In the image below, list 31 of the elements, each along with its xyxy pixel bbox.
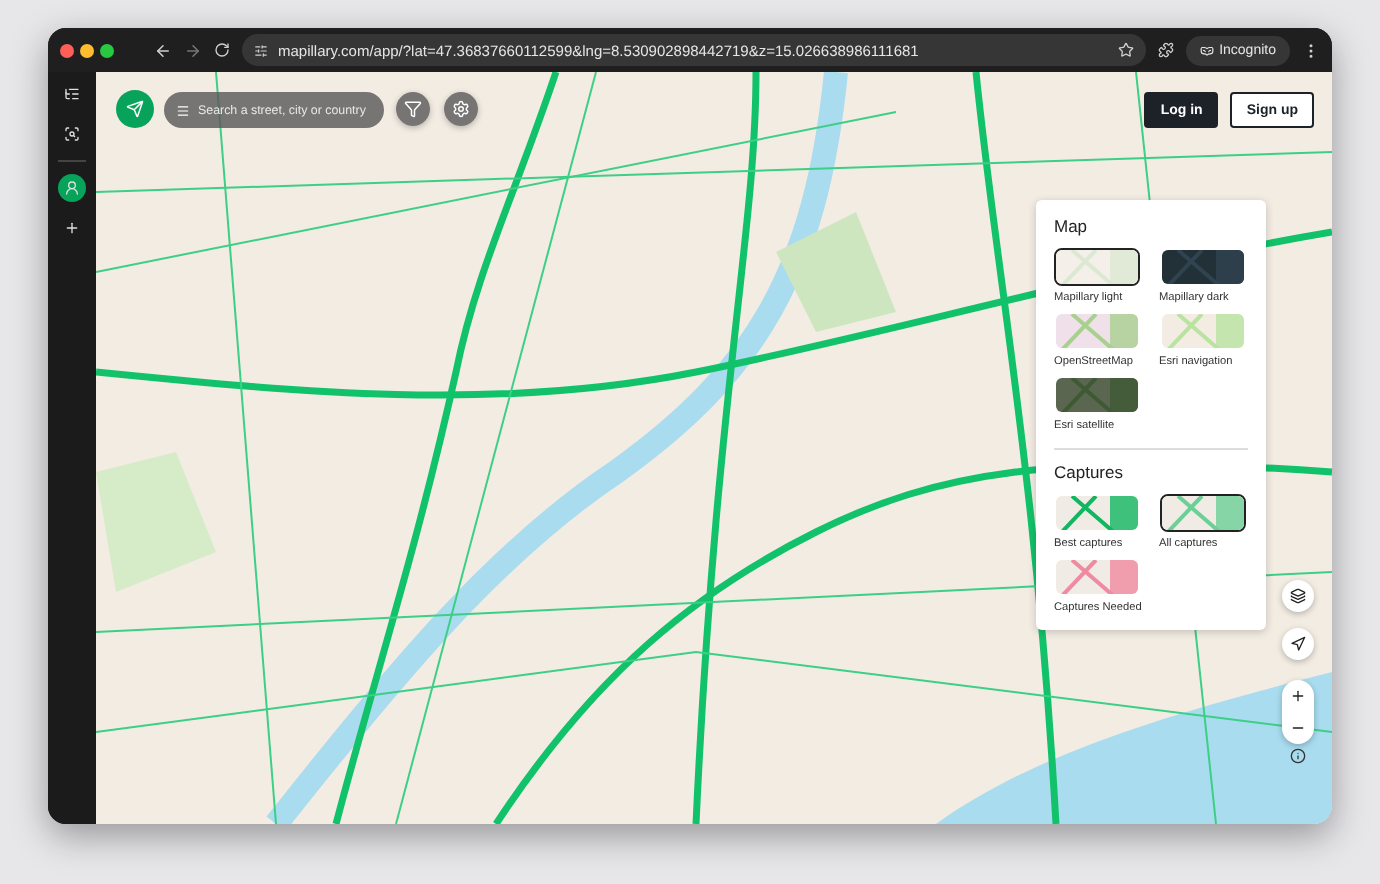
layer-thumbnail[interactable] xyxy=(1054,558,1140,596)
filter-icon xyxy=(404,100,422,118)
profile-icon xyxy=(64,180,80,196)
back-icon[interactable] xyxy=(154,41,172,59)
bookmark-star-icon[interactable] xyxy=(1117,42,1134,58)
zoom-in-icon[interactable] xyxy=(1290,688,1306,704)
site-settings-icon[interactable] xyxy=(254,43,268,57)
layer-thumbnail[interactable] xyxy=(1159,312,1245,350)
search-icon xyxy=(64,126,80,142)
layer-thumbnail[interactable] xyxy=(1054,312,1140,350)
sidebar-profile-button[interactable] xyxy=(58,174,86,202)
section-title: Map xyxy=(1054,216,1090,236)
info-icon[interactable] xyxy=(1290,748,1306,764)
minimize-window-icon[interactable] xyxy=(80,43,94,57)
mask-icon xyxy=(1199,43,1214,57)
section-title: Captures xyxy=(1054,462,1125,482)
reload-icon[interactable] xyxy=(214,42,230,58)
extensions-icon[interactable] xyxy=(1157,42,1174,58)
layer-thumbnail[interactable] xyxy=(1159,248,1245,286)
add-icon xyxy=(64,220,80,236)
maximize-window-icon[interactable] xyxy=(100,43,114,57)
settings-icon xyxy=(452,100,470,118)
layer-thumbnail[interactable] xyxy=(1159,494,1245,532)
layers-icon xyxy=(1290,588,1306,604)
navigation-arrow-icon xyxy=(1290,636,1306,652)
close-window-icon[interactable] xyxy=(60,43,74,57)
layer-thumbnail[interactable] xyxy=(1054,248,1140,286)
layer-thumbnail[interactable] xyxy=(1054,494,1140,532)
layer-thumbnail[interactable] xyxy=(1054,376,1140,414)
forward-icon[interactable] xyxy=(184,41,202,59)
list-icon xyxy=(64,86,80,102)
